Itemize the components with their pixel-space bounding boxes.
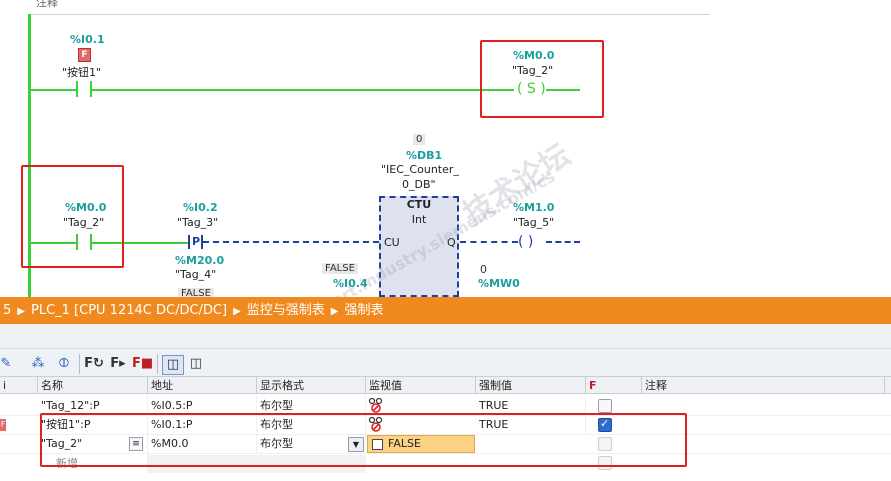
breadcrumb-separator-icon: ▶ [330, 306, 339, 317]
counter-value: 0 [413, 134, 426, 145]
header-force-value[interactable]: 强制值 [476, 377, 586, 394]
toolbar-divider [0, 348, 891, 349]
header-address[interactable]: 地址 [148, 377, 257, 394]
header-force[interactable]: F [586, 377, 642, 394]
breadcrumb-watch-force[interactable]: 监控与强制表 [247, 297, 325, 324]
edge-memory-value: FALSE [178, 288, 214, 297]
breadcrumb-project[interactable]: 5 [0, 297, 11, 324]
highlight-box [40, 413, 687, 467]
rung2-contact2-tag: "Tag_3" [177, 216, 219, 229]
breadcrumb-force-table: 强制表 [344, 303, 384, 318]
counter-db-name-2: 0_DB" [402, 178, 436, 191]
contact-left-bar [76, 81, 78, 97]
p-contact-label: P [192, 235, 201, 248]
cv-value: 0 [480, 263, 487, 276]
counter-db-address: %DB1 [406, 149, 443, 162]
stop-icon[interactable]: ⦷ [54, 355, 74, 373]
header-extra [885, 377, 891, 394]
header-gutter: i [0, 377, 38, 394]
pin-q: Q [447, 236, 456, 249]
rung1-contact-tag: "按钮1" [62, 66, 102, 79]
breadcrumb-separator-icon: ▶ [17, 306, 25, 317]
header-name[interactable]: 名称 [38, 377, 148, 394]
toolbar: ✎ ⁂ ⦷ F↻ F▸ F■ ◫ ◫ [0, 324, 891, 377]
force-icon[interactable]: F▸ [108, 355, 128, 373]
breadcrumb-plc[interactable]: PLC_1 [CPU 1214C DC/DC/DC] [31, 297, 227, 324]
input-value: FALSE [322, 263, 358, 274]
header-comment[interactable]: 注释 [642, 377, 885, 394]
rung2-contact2-address: %I0.2 [183, 201, 218, 214]
cv-address: %MW0 [478, 277, 520, 290]
row1-force-checkbox[interactable] [598, 399, 612, 413]
header-monitor[interactable]: 监视值 [366, 377, 476, 394]
highlight-box [21, 165, 124, 268]
highlight-box [480, 40, 604, 118]
out-coil[interactable]: ( ) [518, 235, 533, 249]
p-contact-bar [188, 235, 190, 249]
out-coil-tag: "Tag_5" [513, 216, 555, 229]
breadcrumb-separator-icon: ▶ [233, 306, 241, 317]
wire [460, 241, 518, 243]
force-all-icon[interactable]: F↻ [84, 355, 104, 373]
monitor-all-icon[interactable]: ◫ [162, 355, 184, 375]
add-row-icon[interactable]: ⁂ [28, 355, 48, 373]
ctu-type: Int [411, 213, 427, 226]
stop-forcing-icon[interactable]: F■ [132, 355, 153, 373]
wire [546, 241, 580, 243]
ctu-title: CTU [406, 198, 432, 211]
wire [92, 89, 514, 91]
network-comment[interactable]: 注释 [28, 0, 710, 15]
header-format[interactable]: 显示格式 [257, 377, 366, 394]
rung1-contact-address: %I0.1 [70, 33, 105, 46]
pin-cu: CU [384, 236, 400, 249]
force-active-icon [368, 397, 383, 413]
force-indicator-icon: F [0, 419, 6, 431]
edge-memory-address: %M20.0 [175, 254, 225, 267]
wire [30, 89, 78, 91]
insert-row-icon[interactable]: ✎ [0, 355, 16, 373]
breadcrumb: 5 ▶ PLC_1 [CPU 1214C DC/DC/DC] ▶ 监控与强制表 ▶ 强制表 [0, 297, 891, 324]
toolbar-separator [157, 354, 158, 374]
force-badge-icon: F [78, 48, 91, 62]
ladder-editor[interactable]: 注释 %I0.1 F "按钮1" ( S ) %M0.0 "Tag_2" %M0… [0, 0, 891, 297]
monitor-once-icon[interactable]: ◫ [186, 355, 206, 373]
out-coil-address: %M1.0 [513, 201, 555, 214]
toolbar-separator [79, 354, 80, 374]
ctu-block[interactable]: CTU Int CU Q [379, 196, 459, 297]
edge-memory-tag: "Tag_4" [175, 268, 217, 281]
counter-db-name: "IEC_Counter_ [381, 163, 459, 176]
input-address: %I0.4 [333, 277, 368, 290]
wire [203, 241, 379, 243]
